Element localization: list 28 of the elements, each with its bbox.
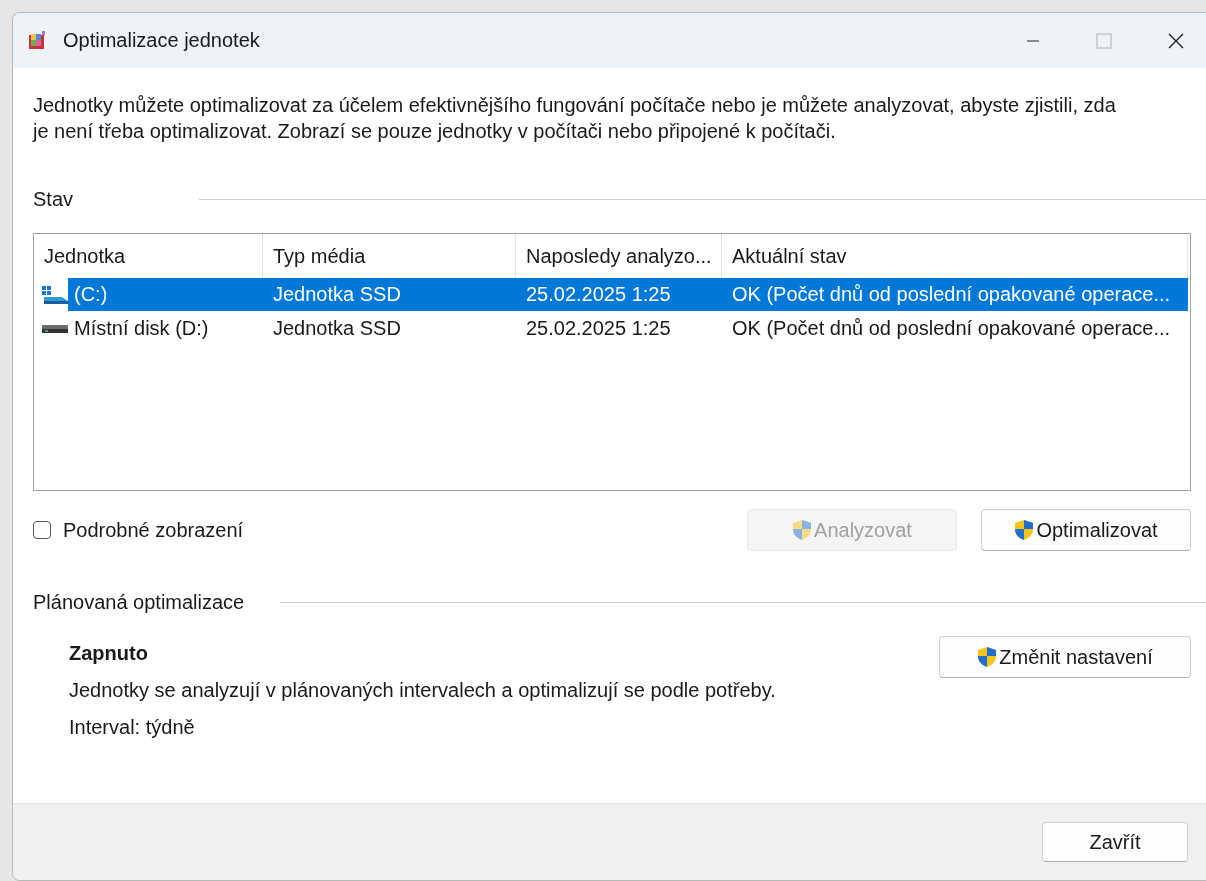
section-label: Plánovaná optimalizace: [33, 591, 245, 614]
system-drive-icon: [42, 285, 68, 304]
table-cell: 25.02.2025 1:25: [526, 283, 671, 306]
action-button[interactable]: Optimalizovat: [981, 509, 1191, 551]
change-settings-button[interactable]: Změnit nastavení: [939, 636, 1191, 678]
column-header[interactable]: Jednotka: [34, 234, 263, 278]
section-label: Stav: [33, 188, 74, 211]
checkbox[interactable]: [33, 521, 51, 539]
shield-icon: [1014, 519, 1035, 541]
table-cell: OK (Počet dnů od poslední opakované operace...: [732, 317, 1171, 340]
shield-icon: [977, 646, 998, 668]
drive-row[interactable]: (C:) Jednotka SSD 25.02.2025 1:25 OK (Počet dnů od poslední opakované operace...: [34, 278, 1190, 311]
schedule-state: Zapnuto: [69, 642, 149, 665]
drive-row[interactable]: Místní disk (D:) Jednotka SSD 25.02.2025 1:25 OK (Počet dnů od poslední opakované operace...: [34, 312, 1190, 345]
description-text: Jednotky můžete optimalizovat za účelem efektivnějšího fungování počítače nebo je můžete analyzovat, abyste zjistili, zda je není třeba optimalizovat. Zobrazí se pouze jednotky v počítači nebo připojené k počítači.: [33, 93, 1117, 144]
schedule-description: Jednotky se analyzují v plánovaných intervalech a optimalizují se podle potřeby.: [69, 679, 777, 702]
window-title: Optimalizace jednotek: [63, 29, 260, 52]
table-cell: 25.02.2025 1:25: [526, 317, 671, 340]
schedule-interval: Interval: týdně: [69, 716, 196, 739]
shield-icon: [792, 519, 813, 541]
checkbox-label: Podrobné zobrazení: [63, 518, 244, 542]
table-cell: Jednotka SSD: [273, 283, 401, 306]
drive-icon: [42, 323, 68, 334]
close-button[interactable]: Zavřít: [1042, 822, 1188, 862]
table-cell-text: Místní disk (D:): [73, 316, 210, 341]
table-cell: OK (Počet dnů od poslední opakované operace...: [732, 283, 1171, 306]
close-icon[interactable]: [1168, 32, 1184, 49]
table-cell: Jednotka SSD: [273, 317, 401, 340]
